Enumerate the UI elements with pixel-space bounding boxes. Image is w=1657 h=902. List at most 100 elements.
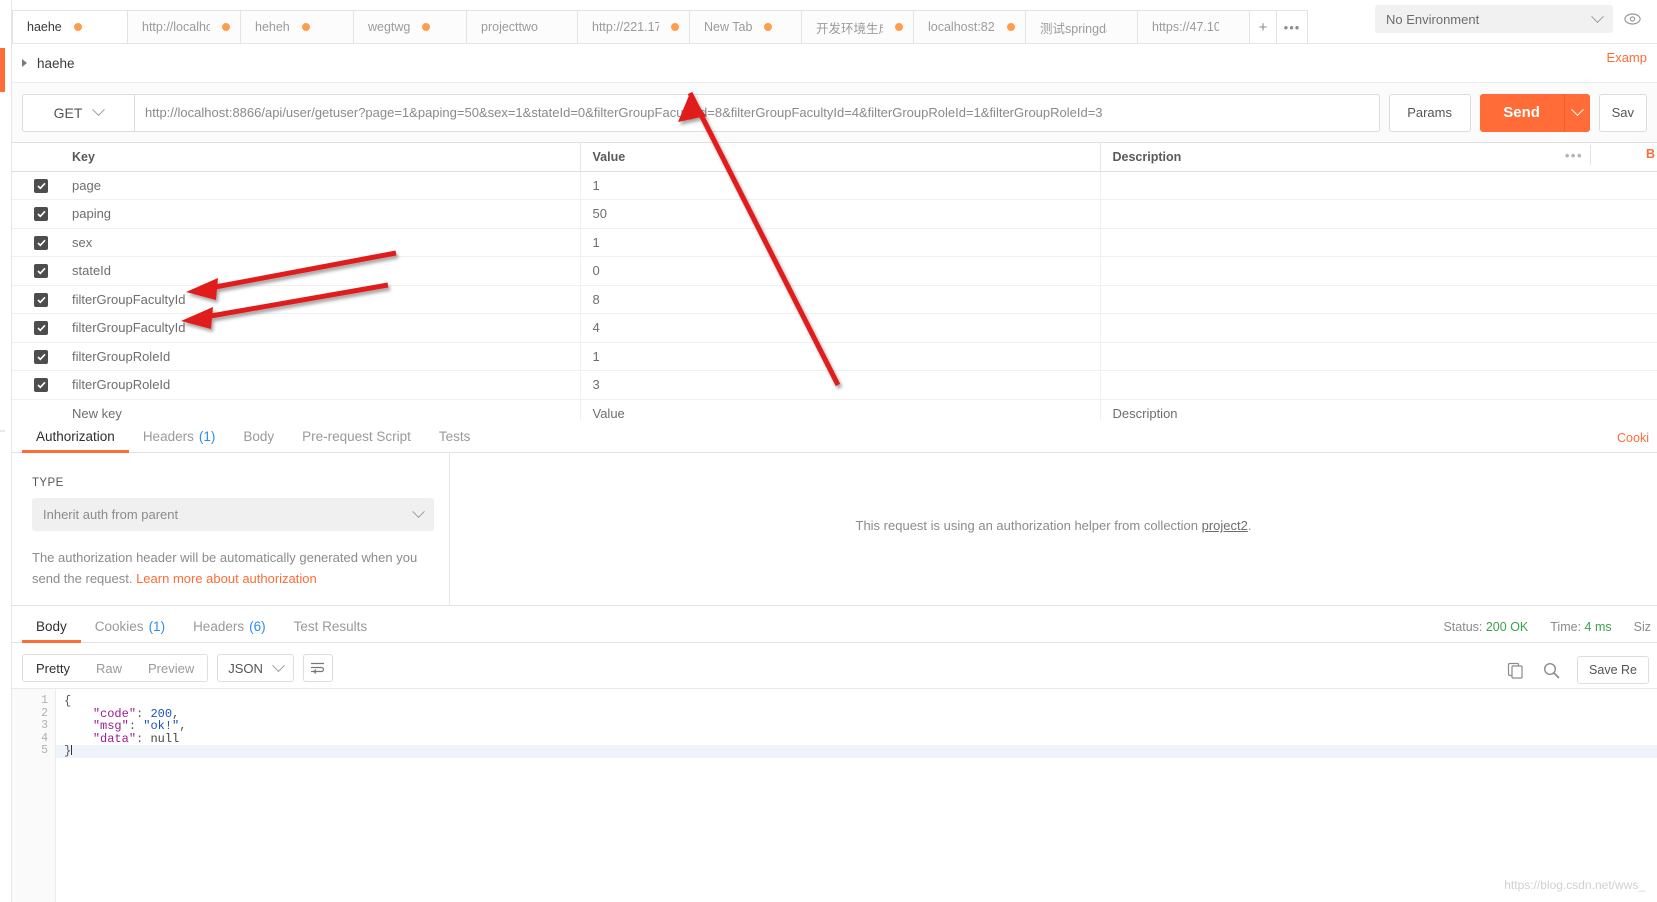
environment-select[interactable]: No Environment xyxy=(1375,5,1613,33)
watermark: https://blog.csdn.net/wws_ xyxy=(1504,878,1645,892)
request-tab-8[interactable]: localhost:8223/ xyxy=(913,10,1026,43)
unsaved-dot-icon xyxy=(422,23,431,31)
param-key[interactable]: stateId xyxy=(60,256,581,286)
param-description[interactable] xyxy=(1100,199,1657,229)
param-description[interactable] xyxy=(1100,256,1657,286)
param-value[interactable]: 8 xyxy=(580,285,1101,314)
param-value[interactable]: 0 xyxy=(580,256,1101,286)
tab-overflow-menu-icon[interactable]: ••• xyxy=(1276,10,1308,43)
param-key[interactable]: paping xyxy=(60,199,581,229)
tab-body[interactable]: Body xyxy=(229,420,288,452)
cookies-link[interactable]: Cooki xyxy=(1617,431,1649,445)
rail-accent-secondary xyxy=(0,430,5,432)
row-checkbox[interactable] xyxy=(34,292,48,307)
row-checkbox[interactable] xyxy=(34,349,48,364)
http-method-select[interactable]: GET xyxy=(22,93,134,132)
param-key[interactable]: sex xyxy=(60,228,581,257)
param-description[interactable] xyxy=(1100,342,1657,371)
url-input[interactable]: http://localhost:8866/api/user/getuser?p… xyxy=(134,93,1380,132)
examples-link[interactable]: Examp xyxy=(1607,50,1647,65)
new-tab-button[interactable]: + xyxy=(1249,10,1277,43)
key-column-header: Key xyxy=(60,143,581,172)
request-tab-label: 开发环境生成商 xyxy=(816,21,883,36)
param-description[interactable] xyxy=(1100,285,1657,314)
param-key[interactable]: filterGroupFacultyId xyxy=(60,285,581,314)
request-tab-4[interactable]: projecttwo xyxy=(466,10,578,43)
tab-label: Headers xyxy=(193,618,245,634)
response-format-select[interactable]: JSON xyxy=(217,654,294,682)
param-value[interactable]: 1 xyxy=(580,228,1101,257)
send-button[interactable]: Send xyxy=(1479,93,1564,132)
param-key[interactable]: page xyxy=(60,171,581,200)
bulk-edit-link[interactable]: B xyxy=(1646,147,1655,161)
row-checkbox[interactable] xyxy=(34,321,48,336)
param-value[interactable]: 1 xyxy=(580,171,1101,200)
view-mode-raw[interactable]: Raw xyxy=(82,655,135,681)
size-badge: Siz xyxy=(1634,620,1651,634)
tab-count: (1) xyxy=(148,618,166,634)
copy-icon[interactable] xyxy=(1505,660,1525,680)
response-format-value: JSON xyxy=(228,660,263,676)
param-description[interactable] xyxy=(1100,370,1657,400)
tab-headers[interactable]: Headers (1) xyxy=(129,420,230,452)
params-options-icon[interactable]: ••• xyxy=(1565,148,1583,163)
row-checkbox[interactable] xyxy=(34,178,48,193)
request-tab-label: projecttwo xyxy=(481,20,538,34)
request-tab-10[interactable]: https://47.103.42.96: xyxy=(1137,10,1250,43)
response-body-toolbar: Pretty Raw Preview JSON Save Re xyxy=(12,648,1657,688)
request-tab-2[interactable]: heheh xyxy=(240,10,354,43)
save-response-button[interactable]: Save Re xyxy=(1577,656,1649,684)
request-tab-3[interactable]: wegtwg xyxy=(353,10,467,43)
tab-count: (1) xyxy=(198,428,216,444)
request-tab-0[interactable]: haehe xyxy=(12,10,128,43)
param-description[interactable] xyxy=(1100,228,1657,257)
request-tab-5[interactable]: http://221.176. xyxy=(577,10,690,43)
tab-response-body[interactable]: Body xyxy=(22,610,81,643)
search-icon[interactable] xyxy=(1541,660,1561,680)
tab-label: Body xyxy=(243,428,275,444)
row-checkbox[interactable] xyxy=(34,235,48,250)
tab-response-cookies[interactable]: Cookies (1) xyxy=(81,610,179,642)
row-checkbox-cell xyxy=(12,313,60,343)
view-mode-preview[interactable]: Preview xyxy=(134,655,208,681)
size-label: Siz xyxy=(1633,620,1651,634)
request-tab-7[interactable]: 开发环境生成商 xyxy=(801,10,914,43)
param-value[interactable]: 3 xyxy=(580,370,1101,400)
response-body-editor[interactable]: 1 2 3 4 5 { "code": 200, "msg": "ok!", "… xyxy=(12,688,1657,902)
wrap-lines-button[interactable] xyxy=(302,654,333,682)
params-button[interactable]: Params xyxy=(1388,93,1471,132)
save-button[interactable]: Sav xyxy=(1598,93,1647,132)
tab-authorization[interactable]: Authorization xyxy=(22,420,129,453)
param-value[interactable]: 4 xyxy=(580,313,1101,343)
request-tab-1[interactable]: http://localhost xyxy=(127,10,241,43)
tab-response-headers[interactable]: Headers (6) xyxy=(179,610,280,642)
tab-tests[interactable]: Tests xyxy=(425,420,485,452)
time-label: Time: xyxy=(1550,620,1582,634)
param-key[interactable]: filterGroupRoleId xyxy=(60,342,581,371)
collection-link[interactable]: project2 xyxy=(1202,518,1248,533)
row-checkbox[interactable] xyxy=(34,207,48,222)
chevron-right-icon[interactable] xyxy=(22,59,27,67)
row-checkbox-cell xyxy=(12,342,60,371)
view-mode-pretty[interactable]: Pretty xyxy=(23,655,83,681)
request-tab-9[interactable]: 测试springdataES xyxy=(1025,10,1138,43)
param-description[interactable] xyxy=(1100,313,1657,343)
row-checkbox[interactable] xyxy=(34,264,48,279)
tab-label: Headers xyxy=(142,428,194,444)
auth-type-select[interactable]: Inherit auth from parent xyxy=(32,498,434,531)
eye-icon[interactable] xyxy=(1621,8,1643,30)
param-key[interactable]: filterGroupRoleId xyxy=(60,370,581,400)
request-tab-6[interactable]: New Tab xyxy=(689,10,802,43)
send-options-button[interactable] xyxy=(1563,93,1590,132)
code-line-1: { xyxy=(64,694,72,708)
request-tab-label: 测试springdataES xyxy=(1040,21,1107,36)
json-code[interactable]: { "code": 200, "msg": "ok!", "data": nul… xyxy=(56,689,1657,902)
tab-pre-request-script[interactable]: Pre-request Script xyxy=(288,420,425,452)
param-value[interactable]: 50 xyxy=(580,199,1101,229)
param-key[interactable]: filterGroupFacultyId xyxy=(60,313,581,343)
param-description[interactable] xyxy=(1100,171,1657,200)
auth-learn-more-link[interactable]: Learn more about authorization xyxy=(136,571,317,586)
param-value[interactable]: 1 xyxy=(580,342,1101,371)
tab-test-results[interactable]: Test Results xyxy=(280,610,382,642)
row-checkbox[interactable] xyxy=(34,378,48,393)
